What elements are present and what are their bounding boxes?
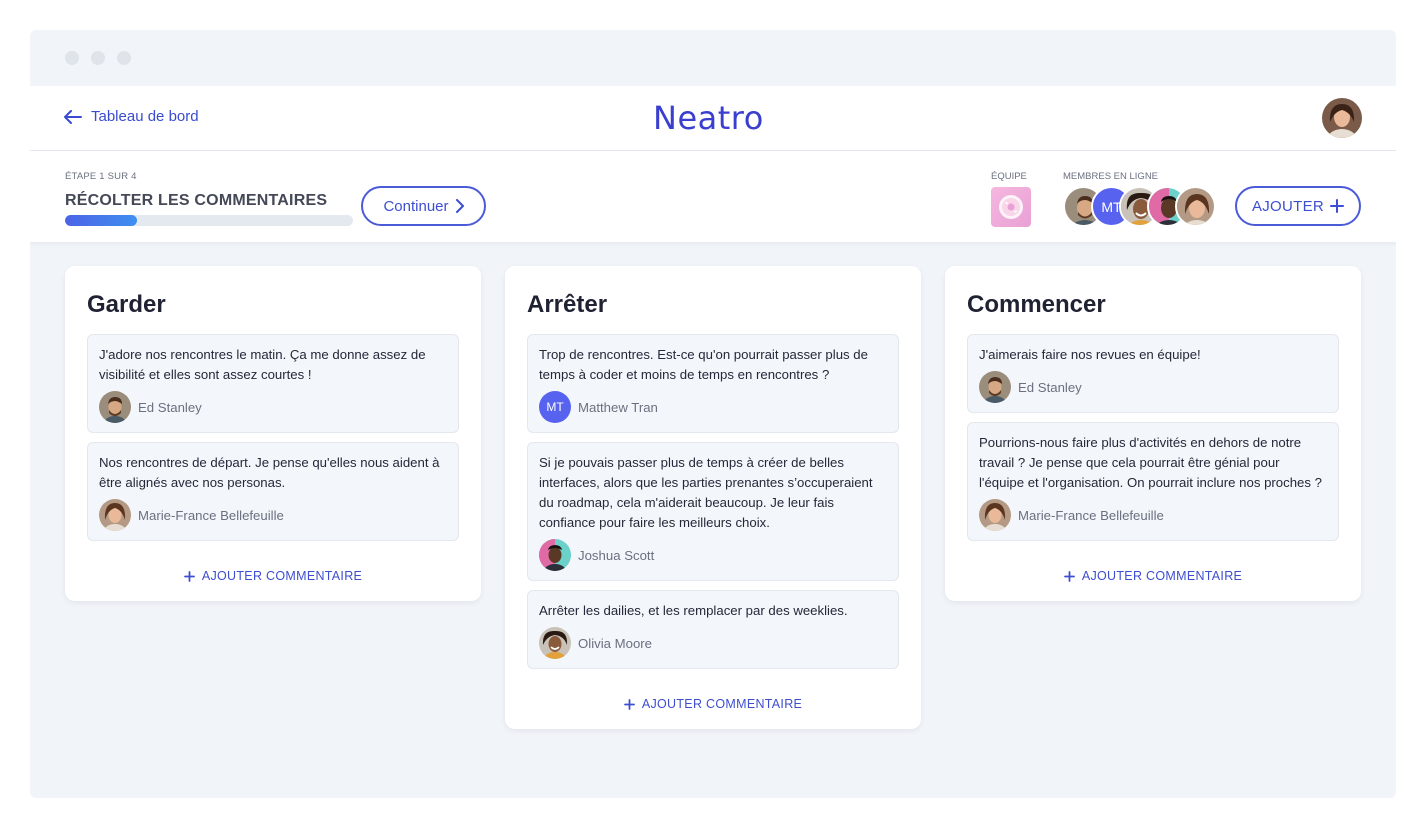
author-avatar-initials: MT xyxy=(539,391,571,423)
donut-icon xyxy=(999,195,1023,219)
comment-card[interactable]: Si je pouvais passer plus de temps à cré… xyxy=(527,442,899,581)
add-comment-button[interactable]: AJOUTER COMMENTAIRE xyxy=(527,691,899,717)
comment-text: Nos rencontres de départ. Je pense qu'el… xyxy=(99,455,440,490)
plus-icon xyxy=(1063,570,1075,582)
step-counter: ÉTAPE 1 SUR 4 xyxy=(65,171,137,182)
author-portrait-icon xyxy=(979,371,1011,403)
window-dot xyxy=(65,51,79,65)
team-logo[interactable] xyxy=(991,187,1031,227)
neatro-logo: Neatro xyxy=(653,99,764,137)
author-portrait-icon xyxy=(539,539,571,571)
add-member-button[interactable]: AJOUTER xyxy=(1235,186,1361,226)
online-members-label: MEMBRES EN LIGNE xyxy=(1063,171,1159,182)
comment-author: Joshua Scott xyxy=(539,539,887,571)
comment-author: Marie-France Bellefeuille xyxy=(99,499,447,531)
window-titlebar xyxy=(30,30,1396,86)
add-comment-label: AJOUTER COMMENTAIRE xyxy=(1081,569,1243,583)
plus-icon xyxy=(1330,199,1345,213)
comment-text: J'aimerais faire nos revues en équipe! xyxy=(979,347,1201,362)
author-name: Matthew Tran xyxy=(578,399,658,415)
comment-author: Olivia Moore xyxy=(539,627,887,659)
comment-card[interactable]: Arrêter les dailies, et les remplacer pa… xyxy=(527,590,899,669)
plus-icon xyxy=(623,698,635,710)
step-title: RÉCOLTER LES COMMENTAIRES xyxy=(65,192,328,209)
step-progress-bar xyxy=(65,215,353,226)
window-dot xyxy=(117,51,131,65)
comment-text: Pourrions-nous faire plus d'activités en… xyxy=(979,435,1322,490)
plus-icon xyxy=(183,570,195,582)
author-name: Marie-France Bellefeuille xyxy=(1018,507,1164,523)
comment-card[interactable]: Pourrions-nous faire plus d'activités en… xyxy=(967,422,1339,541)
comment-card[interactable]: Trop de rencontres. Est-ce qu'on pourrai… xyxy=(527,334,899,433)
step-toolbar: ÉTAPE 1 SUR 4 RÉCOLTER LES COMMENTAIRES … xyxy=(30,151,1396,242)
column-title: Arrêter xyxy=(527,291,608,318)
continue-button-label: Continuer xyxy=(383,197,449,215)
comment-author: Marie-France Bellefeuille xyxy=(979,499,1327,531)
comment-card[interactable]: J'aimerais faire nos revues en équipe! E… xyxy=(967,334,1339,413)
retro-column-arreter: Arrêter Trop de rencontres. Est-ce qu'on… xyxy=(505,266,921,729)
add-comment-label: AJOUTER COMMENTAIRE xyxy=(641,697,803,711)
back-link-label: Tableau de bord xyxy=(91,108,199,125)
author-name: Olivia Moore xyxy=(578,635,653,651)
add-comment-button[interactable]: AJOUTER COMMENTAIRE xyxy=(87,563,459,589)
comment-card[interactable]: Nos rencontres de départ. Je pense qu'el… xyxy=(87,442,459,541)
comment-card[interactable]: J'adore nos rencontres le matin. Ça me d… xyxy=(87,334,459,433)
author-name: Marie-France Bellefeuille xyxy=(138,507,284,523)
author-avatar xyxy=(99,499,131,531)
comment-text: Arrêter les dailies, et les remplacer pa… xyxy=(539,603,848,618)
column-title: Commencer xyxy=(967,291,1106,318)
author-portrait-icon xyxy=(99,391,131,423)
comment-author: Ed Stanley xyxy=(99,391,447,423)
app-window: Tableau de bord Neatro ÉTAPE 1 SUR 4 RÉC… xyxy=(30,30,1396,798)
arrow-left-icon xyxy=(64,109,82,124)
comment-text: J'adore nos rencontres le matin. Ça me d… xyxy=(99,347,426,382)
member-portrait-icon xyxy=(1177,188,1214,225)
author-avatar xyxy=(979,499,1011,531)
user-portrait-icon xyxy=(1322,98,1362,138)
team-label: ÉQUIPE xyxy=(991,171,1027,182)
comment-author: Ed Stanley xyxy=(979,371,1327,403)
chevron-right-icon xyxy=(455,199,464,213)
author-avatar xyxy=(539,539,571,571)
current-user-avatar[interactable] xyxy=(1322,98,1362,138)
continue-button[interactable]: Continuer xyxy=(361,186,486,226)
back-to-dashboard-link[interactable]: Tableau de bord xyxy=(64,108,199,125)
author-avatar xyxy=(979,371,1011,403)
member-avatar[interactable] xyxy=(1175,186,1216,227)
author-name: Ed Stanley xyxy=(138,399,202,415)
column-title: Garder xyxy=(87,291,166,318)
comment-text: Si je pouvais passer plus de temps à cré… xyxy=(539,455,873,530)
author-avatar xyxy=(539,627,571,659)
add-member-button-label: AJOUTER xyxy=(1251,197,1325,215)
step-progress-fill xyxy=(65,215,137,226)
comment-text: Trop de rencontres. Est-ce qu'on pourrai… xyxy=(539,347,868,382)
retro-column-garder: Garder J'adore nos rencontres le matin. … xyxy=(65,266,481,601)
author-name: Ed Stanley xyxy=(1018,379,1082,395)
author-name: Joshua Scott xyxy=(578,547,655,563)
author-portrait-icon xyxy=(979,499,1011,531)
retro-column-commencer: Commencer J'aimerais faire nos revues en… xyxy=(945,266,1361,601)
top-navbar: Tableau de bord Neatro xyxy=(30,86,1396,151)
author-portrait-icon xyxy=(99,499,131,531)
add-comment-label: AJOUTER COMMENTAIRE xyxy=(201,569,363,583)
add-comment-button[interactable]: AJOUTER COMMENTAIRE xyxy=(967,563,1339,589)
author-avatar xyxy=(99,391,131,423)
author-portrait-icon xyxy=(539,627,571,659)
window-dot xyxy=(91,51,105,65)
comment-author: MT Matthew Tran xyxy=(539,391,887,423)
